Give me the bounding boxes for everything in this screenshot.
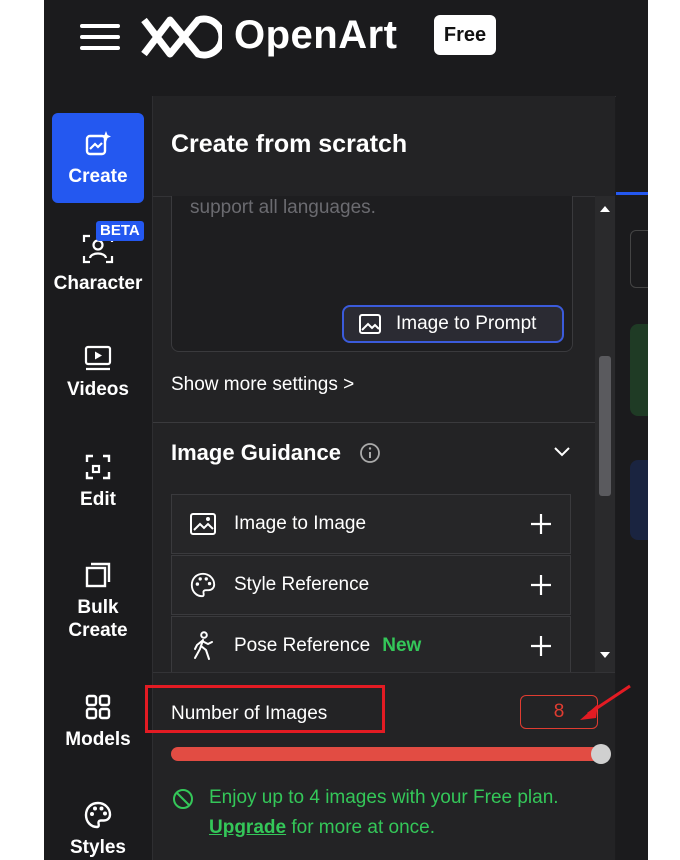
plan-badge: Free [434, 15, 496, 55]
preview-card-blue[interactable] [630, 460, 648, 540]
app-window: OpenArt Free Create Character BETA Video… [44, 0, 648, 860]
plan-notice-text: Enjoy up to 4 images with your Free plan… [209, 783, 609, 843]
number-of-images-label: Number of Images [171, 703, 328, 724]
slider-thumb[interactable] [591, 744, 611, 764]
image-to-prompt-button[interactable]: Image to Prompt [342, 305, 564, 343]
right-preview-panel [616, 96, 648, 860]
guidance-label: Image to Image [234, 513, 367, 534]
preview-card-green[interactable] [630, 324, 648, 416]
new-badge: New [382, 635, 422, 656]
notice-main-text: Enjoy up to 4 images with your Free plan… [209, 787, 559, 808]
notice-suffix-text: for more at once. [286, 817, 435, 838]
nav-label: Videos [67, 379, 129, 400]
scroll-down-arrow-icon[interactable] [599, 650, 611, 660]
nav-label: Character [53, 273, 143, 294]
plus-icon[interactable] [526, 631, 556, 661]
palette-icon [84, 801, 112, 829]
nav-label: Edit [80, 489, 116, 510]
nav-item-character[interactable]: Character [52, 232, 144, 295]
beta-badge: BETA [96, 221, 144, 241]
hamburger-menu-icon[interactable] [80, 24, 120, 50]
nav-item-bulk-create[interactable]: Bulk Create [52, 560, 144, 642]
create-panel: Create from scratch support all language… [145, 96, 615, 860]
annotation-arrow-icon [580, 684, 631, 720]
edit-frame-icon [85, 454, 111, 480]
chevron-down-icon[interactable] [553, 446, 571, 458]
image-to-prompt-label: Image to Prompt [396, 313, 537, 334]
grid-models-icon [85, 694, 111, 720]
plus-icon[interactable] [526, 509, 556, 539]
nav-label: Create [68, 165, 128, 187]
guidance-label: Style Reference [234, 574, 370, 595]
show-more-settings-link[interactable]: Show more settings > [171, 374, 354, 396]
image-icon [190, 513, 216, 535]
nav-item-videos[interactable]: Videos [52, 344, 144, 401]
walking-figure-icon [194, 631, 213, 660]
preview-input-box[interactable] [630, 230, 648, 288]
number-of-images-section: Number of Images 8 Enjoy up to 4 images … [145, 672, 615, 860]
upgrade-link[interactable]: Upgrade [209, 817, 286, 838]
openart-logo-icon[interactable] [138, 14, 222, 60]
nav-label: Bulk Create [68, 597, 128, 641]
left-navigation: Create Character BETA Videos Edit Bulk C… [44, 96, 153, 860]
image-icon [359, 314, 381, 334]
scroll-up-arrow-icon[interactable] [599, 204, 611, 214]
prompt-placeholder: support all languages. [190, 197, 376, 218]
top-header: OpenArt Free [44, 0, 648, 97]
info-icon[interactable] [359, 442, 381, 464]
guidance-row-pose-reference[interactable]: Pose Reference New [171, 616, 571, 676]
page-title: Create from scratch [171, 130, 408, 158]
nav-item-edit[interactable]: Edit [52, 452, 144, 511]
guidance-row-style-reference[interactable]: Style Reference [171, 555, 571, 615]
number-of-images-slider[interactable] [171, 747, 603, 761]
guidance-label: Pose Reference [234, 635, 371, 656]
blocked-icon [173, 789, 193, 809]
nav-label: Styles [70, 837, 126, 858]
section-divider [153, 422, 615, 423]
palette-icon [190, 572, 216, 598]
nav-item-models[interactable]: Models [52, 692, 144, 751]
scrollbar-thumb[interactable] [599, 356, 611, 496]
active-tab-indicator [616, 192, 648, 195]
sparkle-image-icon [85, 130, 111, 155]
image-guidance-title: Image Guidance [171, 440, 341, 465]
panel-title-bar: Create from scratch [153, 96, 615, 197]
nav-item-create[interactable]: Create [52, 113, 144, 203]
plus-icon[interactable] [526, 570, 556, 600]
bulk-layers-icon [85, 562, 111, 588]
guidance-row-image-to-image[interactable]: Image to Image [171, 494, 571, 554]
prompt-textarea[interactable]: support all languages. Image to Prompt [171, 196, 573, 352]
video-play-icon [84, 345, 112, 371]
brand-name[interactable]: OpenArt [234, 13, 398, 58]
nav-label: Models [65, 729, 131, 750]
nav-item-styles[interactable]: Styles [52, 800, 144, 859]
